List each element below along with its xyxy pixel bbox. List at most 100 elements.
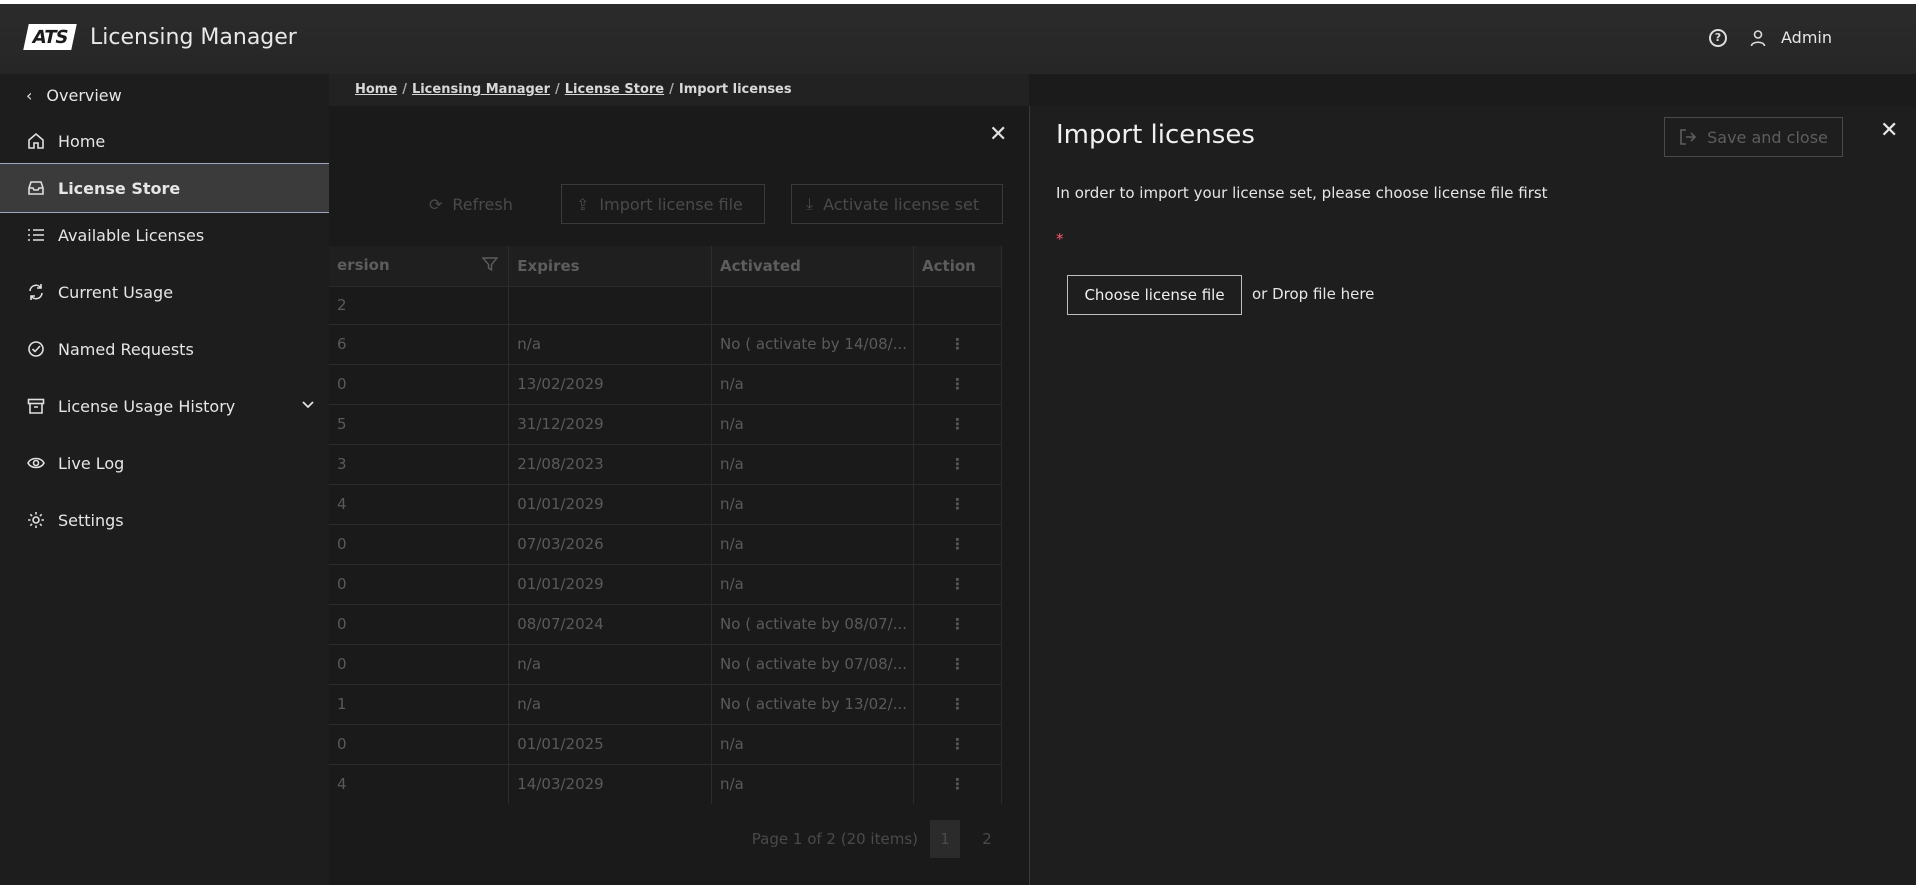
table-cell: n/a xyxy=(711,563,915,604)
sidebar: ‹ Overview Home License Store Available … xyxy=(0,74,329,885)
chevron-down-icon[interactable] xyxy=(301,397,315,416)
panel-title: Import licenses xyxy=(1056,120,1255,150)
refresh-icon: ⟳ xyxy=(429,194,443,214)
sidebar-item-label: Current Usage xyxy=(58,282,174,302)
home-icon xyxy=(26,132,46,150)
row-actions-icon[interactable]: ⋮ xyxy=(913,403,1002,444)
import-license-file-button[interactable]: ⇪ Import license file xyxy=(561,184,765,224)
user-menu[interactable]: Admin xyxy=(1749,28,1832,47)
table-row[interactable]: 0 01/01/2025 n/a ⋮ xyxy=(329,723,1002,764)
row-actions-icon[interactable]: ⋮ xyxy=(913,323,1002,364)
table-row[interactable]: 0 08/07/2024 No ( activate by 08/07/... ⋮ xyxy=(329,603,1002,644)
page-button-2[interactable]: 2 xyxy=(972,820,1002,858)
filter-cell[interactable]: 2 xyxy=(329,285,510,324)
brand[interactable]: ATS Licensing Manager xyxy=(23,24,297,50)
top-header: ATS Licensing Manager ? Admin xyxy=(0,0,1916,74)
filter-cell[interactable] xyxy=(508,285,713,324)
table-row[interactable]: 0 13/02/2029 n/a ⋮ xyxy=(329,363,1002,404)
close-icon[interactable]: ✕ xyxy=(989,122,1007,147)
sidebar-item-live-log[interactable]: Live Log xyxy=(0,438,329,488)
table-row[interactable]: 5 31/12/2029 n/a ⋮ xyxy=(329,403,1002,444)
row-actions-icon[interactable]: ⋮ xyxy=(913,723,1002,764)
import-license-file-label: Import license file xyxy=(599,194,743,214)
table-row[interactable]: 0 01/01/2029 n/a ⋮ xyxy=(329,563,1002,604)
filter-cell[interactable] xyxy=(913,285,1002,324)
table-cell: 0 xyxy=(329,643,510,684)
filter-icon[interactable] xyxy=(481,256,499,276)
close-icon[interactable]: ✕ xyxy=(1880,118,1898,143)
table-cell: n/a xyxy=(711,443,915,484)
list-icon xyxy=(26,226,46,244)
activate-license-set-label: Activate license set xyxy=(823,194,980,214)
row-actions-icon[interactable]: ⋮ xyxy=(913,643,1002,684)
table-cell: n/a xyxy=(711,523,915,564)
row-actions-icon[interactable]: ⋮ xyxy=(913,523,1002,564)
licenses-table: ersion Expires Activated Action 2 6 n/a No … xyxy=(329,246,1002,804)
sidebar-item-current-usage[interactable]: Current Usage xyxy=(0,267,329,317)
table-cell: No ( activate by 07/08/... xyxy=(711,643,915,684)
table-row[interactable]: 0 07/03/2026 n/a ⋮ xyxy=(329,523,1002,564)
row-actions-icon[interactable]: ⋮ xyxy=(913,603,1002,644)
table-cell: n/a xyxy=(711,483,915,524)
column-header-action: Action xyxy=(913,246,1002,286)
table-cell: 1 xyxy=(329,683,510,724)
sidebar-item-label: Available Licenses xyxy=(58,225,205,245)
page-button-1[interactable]: 1 xyxy=(930,820,960,858)
sidebar-item-label: License Usage History xyxy=(58,396,236,416)
sidebar-item-home[interactable]: Home xyxy=(0,116,329,166)
table-cell: n/a xyxy=(508,323,713,364)
table-cell: 4 xyxy=(329,483,510,524)
table-row[interactable]: 4 14/03/2029 n/a ⋮ xyxy=(329,763,1002,804)
drop-zone-text[interactable]: or Drop file here xyxy=(1252,285,1374,303)
table-row[interactable]: 4 01/01/2029 n/a ⋮ xyxy=(329,483,1002,524)
table-row[interactable]: 3 21/08/2023 n/a ⋮ xyxy=(329,443,1002,484)
refresh-icon xyxy=(26,283,46,301)
table-cell: 0 xyxy=(329,603,510,644)
row-actions-icon[interactable]: ⋮ xyxy=(913,483,1002,524)
breadcrumb-license-store[interactable]: License Store xyxy=(565,82,664,97)
chevron-left-icon: ‹ xyxy=(26,86,33,105)
table-cell: 01/01/2029 xyxy=(508,563,713,604)
sidebar-item-settings[interactable]: Settings xyxy=(0,495,329,545)
sidebar-item-named-requests[interactable]: Named Requests xyxy=(0,324,329,374)
column-header-activated[interactable]: Activated xyxy=(711,246,915,286)
table-row[interactable]: 1 n/a No ( activate by 13/02/... ⋮ xyxy=(329,683,1002,724)
filter-cell[interactable] xyxy=(711,285,915,324)
sidebar-item-label: Settings xyxy=(58,510,124,530)
sidebar-item-label: Home xyxy=(58,131,106,151)
table-cell: No ( activate by 14/08/... xyxy=(711,323,915,364)
sidebar-item-available-licenses[interactable]: Available Licenses xyxy=(0,210,329,260)
row-actions-icon[interactable]: ⋮ xyxy=(913,443,1002,484)
column-header-expires[interactable]: Expires xyxy=(508,246,713,286)
breadcrumb: Home / Licensing Manager / License Store / Imp… xyxy=(355,82,792,97)
breadcrumb-licensing-manager[interactable]: Licensing Manager xyxy=(412,82,550,97)
gear-icon xyxy=(26,511,46,529)
sidebar-item-license-usage-history[interactable]: License Usage History xyxy=(0,381,329,431)
row-actions-icon[interactable]: ⋮ xyxy=(913,363,1002,404)
table-row[interactable]: 6 n/a No ( activate by 14/08/... ⋮ xyxy=(329,323,1002,364)
refresh-button[interactable]: ⟳ Refresh xyxy=(429,184,513,224)
save-and-close-button[interactable]: Save and close xyxy=(1664,117,1843,157)
table-cell: 0 xyxy=(329,363,510,404)
ats-logo: ATS xyxy=(23,24,77,50)
table-cell: 0 xyxy=(329,563,510,604)
sidebar-item-license-store[interactable]: License Store xyxy=(0,163,329,213)
breadcrumb-bar: Home / Licensing Manager / License Store / Imp… xyxy=(329,74,1029,106)
upload-icon: ⇪ xyxy=(576,194,590,214)
row-actions-icon[interactable]: ⋮ xyxy=(913,563,1002,604)
table-cell: 01/01/2025 xyxy=(508,723,713,764)
choose-license-file-button[interactable]: Choose license file xyxy=(1067,275,1242,315)
top-actions: ? Admin xyxy=(1709,28,1832,47)
breadcrumb-home[interactable]: Home xyxy=(355,82,397,97)
help-icon[interactable]: ? xyxy=(1709,28,1727,47)
breadcrumb-separator: / xyxy=(402,82,407,97)
activate-license-set-button[interactable]: ⤓ Activate license set xyxy=(791,184,1003,224)
column-header-version[interactable]: ersion xyxy=(329,246,510,286)
breadcrumb-current: Import licenses xyxy=(678,82,792,97)
table-row[interactable]: 0 n/a No ( activate by 07/08/... ⋮ xyxy=(329,643,1002,684)
row-actions-icon[interactable]: ⋮ xyxy=(913,683,1002,724)
overview-back-link[interactable]: ‹ Overview xyxy=(26,86,122,105)
row-actions-icon[interactable]: ⋮ xyxy=(913,763,1002,804)
table-cell: n/a xyxy=(508,643,713,684)
app-title: Licensing Manager xyxy=(90,24,297,50)
